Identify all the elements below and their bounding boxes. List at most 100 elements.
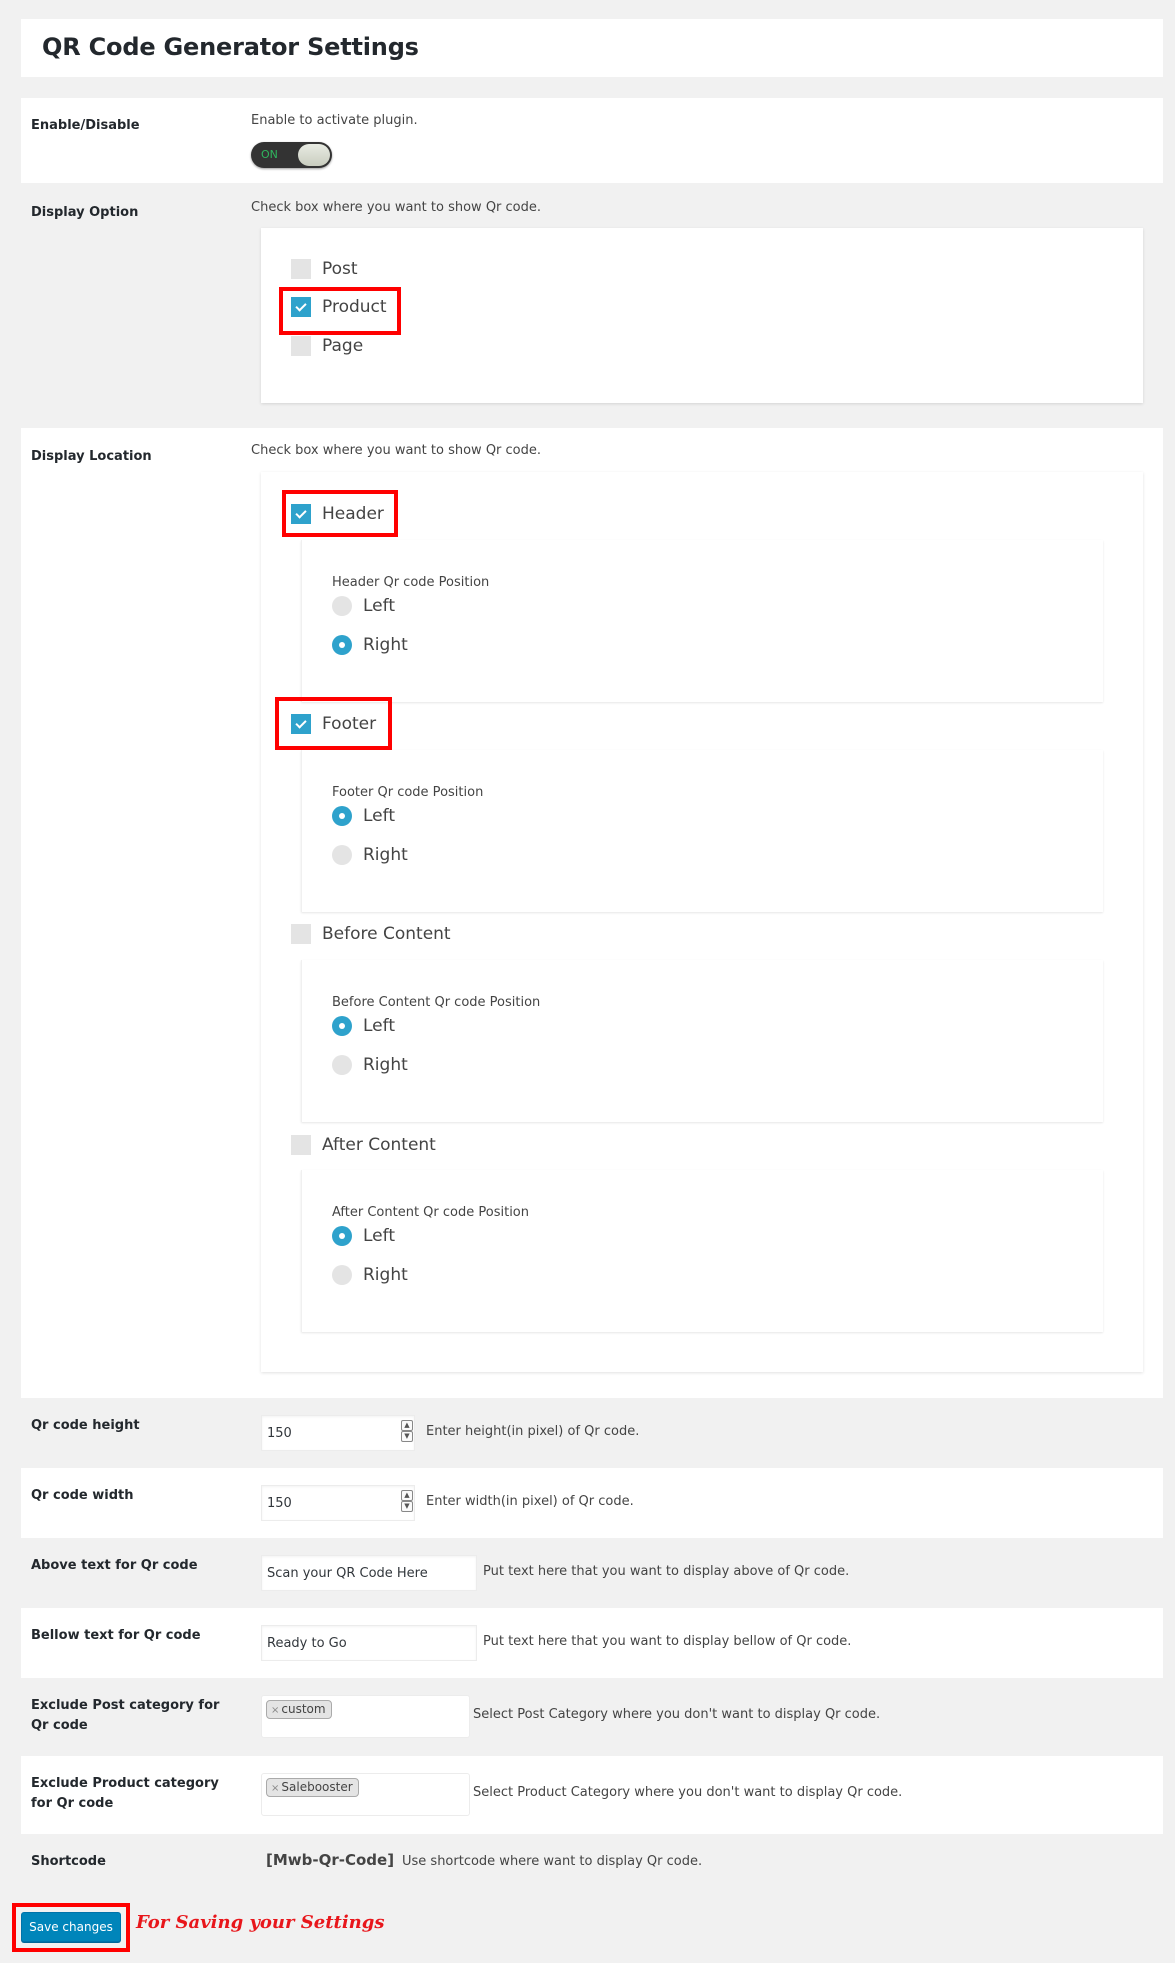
radio-footer-right-dot[interactable] (332, 845, 352, 865)
footer-position-panel: Footer Qr code Position Left Right (301, 750, 1103, 912)
radio-footer-left[interactable]: Left (332, 806, 395, 826)
radio-header-left[interactable]: Left (332, 596, 395, 616)
checkbox-header-box[interactable] (291, 504, 311, 524)
radio-footer-right-label: Right (363, 845, 408, 865)
radio-header-right-dot[interactable] (332, 635, 352, 655)
radio-before-content-left-dot[interactable] (332, 1016, 352, 1036)
checkbox-after-content-box[interactable] (291, 1135, 311, 1155)
radio-before-content-left[interactable]: Left (332, 1016, 395, 1036)
shortcode-value: [Mwb-Qr-Code] (266, 1851, 395, 1869)
stepper-down-icon[interactable]: ▼ (401, 1431, 413, 1442)
radio-before-content-right-label: Right (363, 1055, 408, 1075)
after-content-position-label: After Content Qr code Position (332, 1205, 529, 1220)
display-option-label: Display Option (31, 205, 139, 220)
toggle-on-text: ON (261, 148, 278, 161)
checkbox-footer-box[interactable] (291, 714, 311, 734)
radio-header-left-dot[interactable] (332, 596, 352, 616)
checkbox-after-content[interactable]: After Content (291, 1135, 436, 1155)
radio-after-content-right[interactable]: Right (332, 1265, 408, 1285)
checkbox-footer-label: Footer (322, 714, 377, 734)
radio-after-content-left-label: Left (363, 1226, 395, 1246)
radio-before-content-right-dot[interactable] (332, 1055, 352, 1075)
checkbox-page-label: Page (322, 336, 364, 356)
radio-after-content-right-dot[interactable] (332, 1265, 352, 1285)
qr-width-row: Qr code width ▲ ▼ Enter width(in pixel) … (21, 1468, 1163, 1538)
radio-footer-right[interactable]: Right (332, 845, 408, 865)
after-content-position-panel: After Content Qr code Position Left Righ… (301, 1170, 1103, 1332)
bellow-text-input[interactable] (261, 1625, 477, 1661)
enable-toggle[interactable]: ON (251, 142, 332, 168)
qr-height-row: Qr code height ▲ ▼ Enter height(in pixel… (21, 1398, 1163, 1468)
radio-footer-left-label: Left (363, 806, 395, 826)
display-location-label: Display Location (31, 449, 152, 464)
qr-height-description: Enter height(in pixel) of Qr code. (426, 1424, 640, 1439)
qr-height-input[interactable] (261, 1415, 415, 1451)
checkbox-product-label: Product (322, 297, 387, 317)
radio-before-content-right[interactable]: Right (332, 1055, 408, 1075)
exclude-post-select[interactable]: × custom (261, 1695, 470, 1738)
checkbox-product-box[interactable] (291, 297, 311, 317)
display-location-panel: Header Header Qr code Position Left Righ… (261, 472, 1143, 1372)
chip-label: Salebooster (281, 1780, 353, 1794)
checkbox-product[interactable]: Product (291, 297, 387, 317)
save-changes-button[interactable]: Save changes (21, 1912, 121, 1942)
radio-after-content-left[interactable]: Left (332, 1226, 395, 1246)
chip-label: custom (281, 1702, 326, 1716)
qr-width-stepper[interactable]: ▲ ▼ (401, 1490, 413, 1512)
before-content-position-label: Before Content Qr code Position (332, 995, 541, 1010)
radio-header-right-label: Right (363, 635, 408, 655)
page-header: QR Code Generator Settings (21, 19, 1163, 77)
header-position-panel: Header Qr code Position Left Right (301, 540, 1103, 702)
display-option-description: Check box where you want to show Qr code… (251, 200, 542, 215)
above-text-input[interactable] (261, 1555, 477, 1591)
save-annotation: For Saving your Settings (136, 1912, 385, 1933)
page-title: QR Code Generator Settings (42, 33, 419, 61)
qr-width-description: Enter width(in pixel) of Qr code. (426, 1494, 634, 1509)
category-chip-salebooster: × Salebooster (266, 1778, 359, 1797)
bellow-text-row: Bellow text for Qr code Put text here th… (21, 1608, 1163, 1678)
shortcode-label: Shortcode (31, 1854, 106, 1869)
header-position-label: Header Qr code Position (332, 575, 490, 590)
checkbox-page-box[interactable] (291, 336, 311, 356)
checkbox-header[interactable]: Header (291, 504, 384, 524)
toggle-knob (298, 144, 330, 166)
radio-after-content-left-dot[interactable] (332, 1226, 352, 1246)
checkbox-before-content[interactable]: Before Content (291, 924, 451, 944)
exclude-product-select[interactable]: × Salebooster (261, 1773, 470, 1816)
enable-row: Enable/Disable Enable to activate plugin… (21, 98, 1163, 183)
qr-height-label: Qr code height (31, 1418, 140, 1433)
category-chip-custom: × custom (266, 1700, 332, 1719)
remove-chip-icon[interactable]: × (271, 1705, 279, 1716)
shortcode-description: Use shortcode where want to display Qr c… (402, 1854, 703, 1869)
exclude-post-row: Exclude Post category for Qr code × custo… (21, 1678, 1163, 1756)
qr-width-label: Qr code width (31, 1488, 134, 1503)
checkbox-footer[interactable]: Footer (291, 714, 376, 734)
before-content-position-panel: Before Content Qr code Position Left Rig… (301, 960, 1103, 1122)
above-text-row: Above text for Qr code Put text here tha… (21, 1538, 1163, 1608)
display-location-description: Check box where you want to show Qr code… (251, 443, 542, 458)
exclude-post-label: Exclude Post category for Qr code (31, 1698, 220, 1733)
enable-description: Enable to activate plugin. (251, 113, 418, 128)
exclude-post-description: Select Post Category where you don't wan… (473, 1707, 881, 1722)
stepper-up-icon[interactable]: ▲ (401, 1420, 413, 1431)
radio-header-right[interactable]: Right (332, 635, 408, 655)
checkbox-post-box[interactable] (291, 259, 311, 279)
stepper-up-icon[interactable]: ▲ (401, 1490, 413, 1501)
bellow-text-description: Put text here that you want to display b… (483, 1634, 852, 1649)
display-option-panel: Post Product Page (261, 228, 1143, 403)
checkbox-page[interactable]: Page (291, 336, 363, 356)
checkbox-before-content-box[interactable] (291, 924, 311, 944)
enable-label: Enable/Disable (31, 118, 140, 133)
radio-footer-left-dot[interactable] (332, 806, 352, 826)
checkbox-post[interactable]: Post (291, 259, 358, 279)
qr-height-stepper[interactable]: ▲ ▼ (401, 1420, 413, 1442)
radio-before-content-left-label: Left (363, 1016, 395, 1036)
stepper-down-icon[interactable]: ▼ (401, 1501, 413, 1512)
qr-width-input[interactable] (261, 1485, 415, 1521)
above-text-label: Above text for Qr code (31, 1558, 198, 1573)
display-location-row: Display Location Check box where you wan… (21, 428, 1163, 1398)
exclude-product-description: Select Product Category where you don't … (473, 1785, 903, 1800)
checkbox-header-label: Header (322, 504, 384, 524)
remove-chip-icon[interactable]: × (271, 1783, 279, 1794)
radio-header-left-label: Left (363, 596, 395, 616)
